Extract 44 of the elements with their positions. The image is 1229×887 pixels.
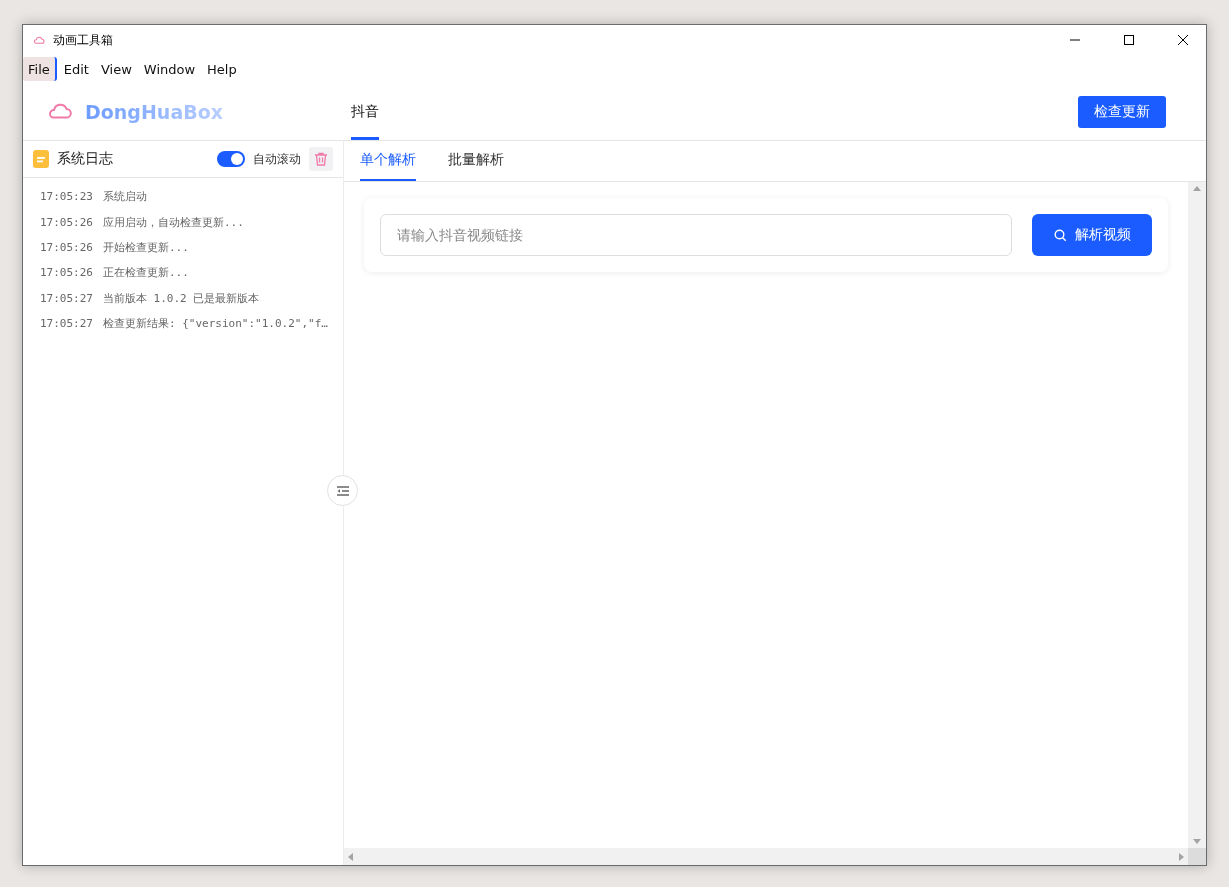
log-time: 17:05:26 bbox=[40, 215, 93, 229]
vertical-scrollbar[interactable] bbox=[1188, 182, 1206, 848]
log-time: 17:05:27 bbox=[40, 291, 93, 305]
log-message: 开始检查更新... bbox=[103, 239, 189, 255]
toggle-label: 自动滚动 bbox=[253, 150, 301, 168]
parse-video-button[interactable]: 解析视频 bbox=[1032, 214, 1152, 256]
log-message: 应用启动，自动检查更新... bbox=[103, 214, 244, 230]
scroll-right-arrow-icon[interactable] bbox=[1179, 852, 1184, 861]
log-time: 17:05:27 bbox=[40, 317, 93, 331]
log-message: 系统启动 bbox=[103, 189, 147, 205]
close-icon bbox=[1177, 34, 1189, 46]
search-icon bbox=[1053, 228, 1067, 242]
menu-item[interactable]: Window bbox=[138, 57, 201, 81]
tab[interactable]: 单个解析 bbox=[360, 141, 416, 181]
scrollbar-corner bbox=[1188, 848, 1206, 865]
scroll-down-arrow-icon[interactable] bbox=[1193, 839, 1201, 844]
menu-item[interactable]: Help bbox=[202, 57, 242, 81]
log-message: 当前版本 1.0.2 已是最新版本 bbox=[103, 290, 260, 306]
log-time: 17:05:23 bbox=[40, 190, 93, 204]
cloud-icon bbox=[33, 35, 45, 45]
scroll-up-arrow-icon[interactable] bbox=[1193, 186, 1201, 191]
nav-tab[interactable]: 抖音 bbox=[351, 83, 379, 140]
menu-item[interactable]: Edit bbox=[58, 57, 94, 81]
window-title: 动画工具箱 bbox=[53, 31, 114, 49]
check-update-button[interactable]: 检查更新 bbox=[1078, 95, 1166, 128]
log-message: 正在检查更新... bbox=[103, 265, 189, 281]
toggle-switch[interactable] bbox=[217, 151, 245, 167]
horizontal-scrollbar[interactable] bbox=[344, 848, 1188, 865]
delete-button[interactable] bbox=[309, 147, 333, 171]
menu-item[interactable]: View bbox=[95, 57, 137, 81]
tab[interactable]: 批量解析 bbox=[448, 141, 504, 181]
cloud-icon bbox=[47, 102, 73, 121]
log-time: 17:05:26 bbox=[40, 240, 93, 254]
log-message: 检查更新结果: {"version":"1.0.2","f… bbox=[103, 316, 328, 332]
menu-item[interactable]: File bbox=[23, 57, 57, 81]
list-indent-icon bbox=[336, 485, 349, 496]
collapse-sidebar-button[interactable] bbox=[327, 475, 358, 506]
scroll-left-arrow-icon[interactable] bbox=[348, 852, 353, 861]
maximize-icon bbox=[1123, 34, 1135, 46]
trash-icon bbox=[314, 152, 328, 166]
document-icon bbox=[33, 150, 49, 168]
log-time: 17:05:26 bbox=[40, 266, 93, 280]
sidebar-title: 系统日志 bbox=[57, 150, 114, 168]
link-input-field[interactable]: 请输入抖音视频链接 bbox=[380, 214, 1012, 256]
